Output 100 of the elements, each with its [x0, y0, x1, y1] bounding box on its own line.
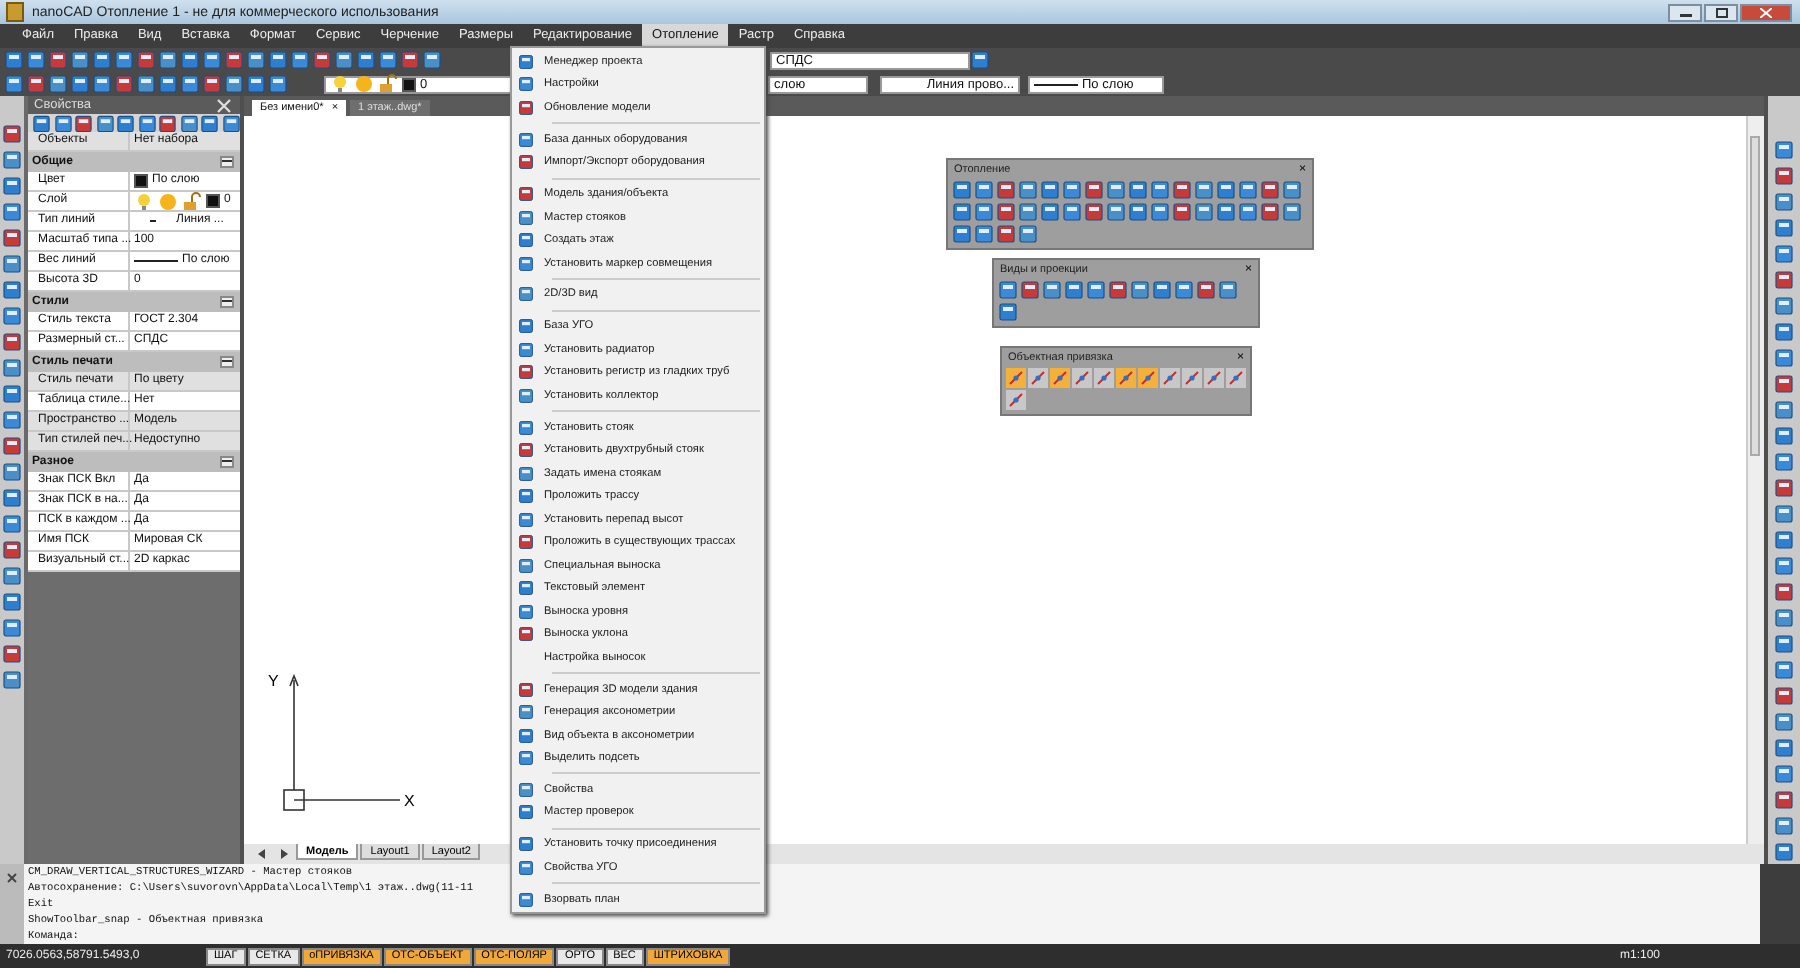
square-icon[interactable] — [70, 50, 90, 70]
square-icon[interactable] — [1774, 296, 1794, 316]
square-icon[interactable] — [246, 50, 266, 70]
square-icon[interactable] — [2, 280, 22, 300]
square-icon[interactable] — [2, 410, 22, 430]
square-icon[interactable] — [1216, 202, 1236, 222]
square-icon[interactable] — [224, 74, 244, 94]
square-icon[interactable] — [136, 50, 156, 70]
square-icon[interactable] — [1282, 180, 1302, 200]
square-icon[interactable] — [1774, 478, 1794, 498]
square-icon[interactable] — [1238, 202, 1258, 222]
square-icon[interactable] — [26, 74, 46, 94]
collapse-button[interactable] — [220, 456, 234, 468]
square-icon[interactable] — [1062, 202, 1082, 222]
square-icon[interactable] — [1042, 280, 1062, 300]
square-icon[interactable] — [200, 113, 219, 133]
snap-button[interactable] — [1182, 368, 1202, 388]
square-icon[interactable] — [92, 50, 112, 70]
square-icon[interactable] — [952, 202, 972, 222]
square-icon[interactable] — [378, 50, 398, 70]
square-icon[interactable] — [48, 74, 68, 94]
square-icon[interactable] — [1774, 374, 1794, 394]
scroll-left-icon[interactable] — [256, 848, 268, 860]
square-icon[interactable] — [246, 74, 266, 94]
square-icon[interactable] — [2, 384, 22, 404]
square-icon[interactable] — [998, 302, 1018, 322]
square-icon[interactable] — [1774, 530, 1794, 550]
square-icon[interactable] — [4, 74, 24, 94]
square-icon[interactable] — [1774, 452, 1794, 472]
square-icon[interactable] — [1774, 660, 1794, 680]
snap-button[interactable] — [1006, 390, 1026, 410]
square-icon[interactable] — [290, 50, 310, 70]
square-icon[interactable] — [48, 50, 68, 70]
square-icon[interactable] — [32, 113, 51, 133]
square-icon[interactable] — [1774, 816, 1794, 836]
square-icon[interactable] — [2, 644, 22, 664]
square-icon[interactable] — [974, 224, 994, 244]
square-icon[interactable] — [356, 50, 376, 70]
square-icon[interactable] — [221, 113, 240, 133]
square-icon[interactable] — [2, 358, 22, 378]
square-icon[interactable] — [1040, 180, 1060, 200]
square-icon[interactable] — [158, 113, 177, 133]
square-icon[interactable] — [996, 202, 1016, 222]
square-icon[interactable] — [1194, 202, 1214, 222]
square-icon[interactable] — [158, 74, 178, 94]
square-icon[interactable] — [2, 254, 22, 274]
square-icon[interactable] — [400, 50, 420, 70]
square-icon[interactable] — [422, 50, 442, 70]
square-icon[interactable] — [2, 436, 22, 456]
square-icon[interactable] — [1774, 166, 1794, 186]
square-icon[interactable] — [2, 202, 22, 222]
square-icon[interactable] — [974, 180, 994, 200]
square-icon[interactable] — [1106, 202, 1126, 222]
square-icon[interactable] — [2, 228, 22, 248]
square-icon[interactable] — [312, 50, 332, 70]
square-icon[interactable] — [1774, 842, 1794, 862]
snap-button[interactable] — [1050, 368, 1070, 388]
square-icon[interactable] — [996, 180, 1016, 200]
snap-button[interactable] — [1094, 368, 1114, 388]
square-icon[interactable] — [92, 74, 112, 94]
square-icon[interactable] — [116, 113, 135, 133]
collapse-button[interactable] — [220, 356, 234, 368]
square-icon[interactable] — [136, 74, 156, 94]
square-icon[interactable] — [1260, 202, 1280, 222]
square-icon[interactable] — [1774, 426, 1794, 446]
square-icon[interactable] — [4, 50, 24, 70]
square-icon[interactable] — [114, 50, 134, 70]
close-button[interactable] — [1740, 3, 1792, 21]
square-icon[interactable] — [1774, 634, 1794, 654]
square-icon[interactable] — [1218, 280, 1238, 300]
square-icon[interactable] — [1774, 140, 1794, 160]
square-icon[interactable] — [1084, 202, 1104, 222]
square-icon[interactable] — [202, 50, 222, 70]
square-icon[interactable] — [202, 74, 222, 94]
square-icon[interactable] — [179, 113, 198, 133]
square-icon[interactable] — [2, 332, 22, 352]
maximize-button[interactable] — [1704, 3, 1738, 21]
square-icon[interactable] — [1774, 270, 1794, 290]
close-icon[interactable] — [214, 95, 234, 115]
close-icon[interactable] — [2, 868, 22, 888]
square-icon[interactable] — [2, 670, 22, 690]
square-icon[interactable] — [1774, 192, 1794, 212]
square-icon[interactable] — [180, 50, 200, 70]
square-icon[interactable] — [1774, 218, 1794, 238]
square-icon[interactable] — [114, 74, 134, 94]
square-icon[interactable] — [952, 224, 972, 244]
square-icon[interactable] — [1774, 686, 1794, 706]
square-icon[interactable] — [1150, 202, 1170, 222]
square-icon[interactable] — [1018, 202, 1038, 222]
square-icon[interactable] — [1018, 224, 1038, 244]
snap-button[interactable] — [1204, 368, 1224, 388]
square-icon[interactable] — [1150, 180, 1170, 200]
square-icon[interactable] — [1774, 608, 1794, 628]
square-icon[interactable] — [137, 113, 156, 133]
square-icon[interactable] — [1260, 180, 1280, 200]
square-icon[interactable] — [1774, 556, 1794, 576]
square-icon[interactable] — [224, 50, 244, 70]
square-icon[interactable] — [974, 202, 994, 222]
square-icon[interactable] — [2, 592, 22, 612]
collapse-button[interactable] — [220, 296, 234, 308]
